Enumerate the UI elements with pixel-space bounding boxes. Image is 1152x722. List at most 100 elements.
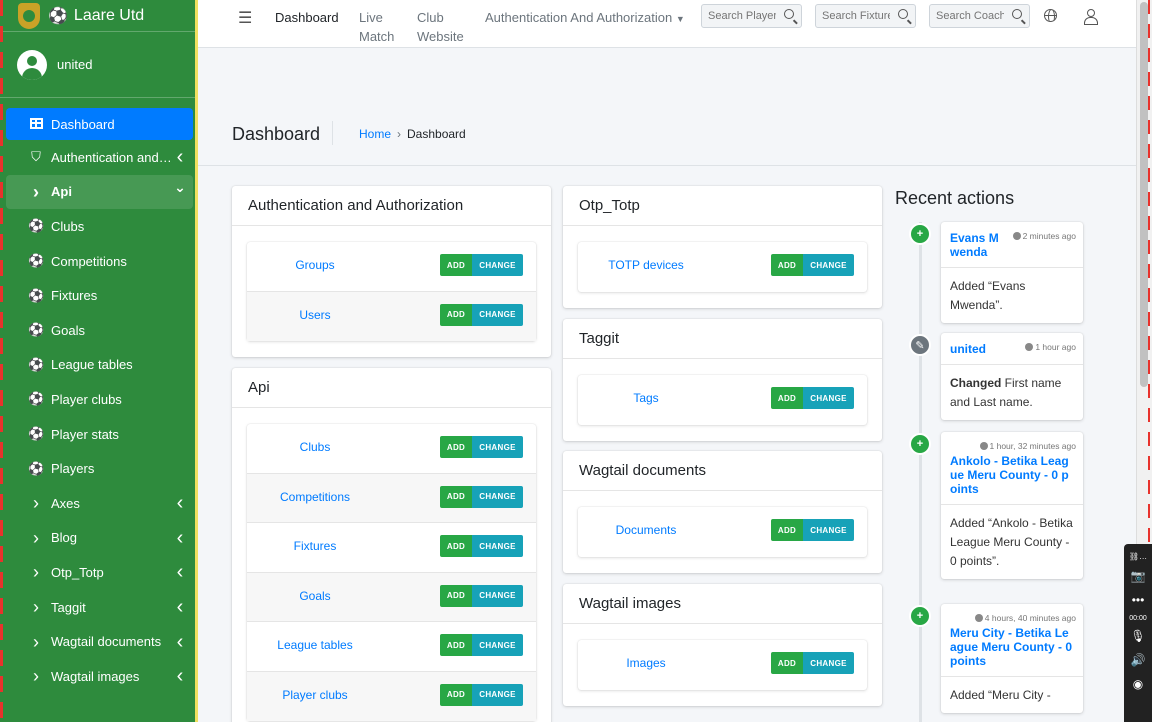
user-panel[interactable]: united [0,32,198,98]
sidebar-item-players[interactable]: ⚽ Players [6,451,193,486]
add-button[interactable]: ADD [440,683,472,706]
hamburger-menu-icon[interactable]: ☰ [238,8,252,28]
add-button[interactable]: ADD [771,519,803,541]
model-link[interactable]: Clubs [247,440,383,454]
action-object-link[interactable]: united [950,342,1008,356]
action-object-link[interactable]: Ankolo - Betika League Meru County - 0 p… [950,454,1075,496]
add-button[interactable]: ADD [440,485,472,508]
microphone-icon[interactable]: 🎙 [1130,624,1145,648]
sidebar-item-player-stats[interactable]: ⚽ Player stats [6,417,193,452]
sidebar-item-blog[interactable]: › Blog ‹ [6,521,193,556]
sidebar-item-competitions[interactable]: ⚽ Competitions [6,244,193,279]
sidebar-item-taggit[interactable]: › Taggit ‹ [6,590,193,625]
chevron-down-icon: ⌄ [174,179,186,196]
content-header: Dashboard Home › Dashboard [198,48,1136,166]
sidebar-item-label: Wagtail images [51,668,140,684]
model-link[interactable]: Player clubs [247,688,383,702]
sidebar-item-wagtail-images[interactable]: › Wagtail images ‹ [6,659,193,694]
search-icon[interactable] [898,9,908,19]
change-button[interactable]: CHANGE [472,584,523,607]
breadcrumb-home[interactable]: Home [359,127,391,141]
sidebar-item-goals[interactable]: ⚽ Goals [6,313,193,348]
change-button[interactable]: CHANGE [803,254,854,276]
sidebar-item-clubs[interactable]: ⚽ Clubs [6,209,193,244]
sidebar-item-league-tables[interactable]: ⚽ League tables [6,348,193,383]
add-button[interactable]: ADD [440,584,472,607]
nav-link-club-website[interactable]: Club Website [417,8,467,46]
add-button[interactable]: ADD [771,387,803,409]
chevron-right-icon: › [33,493,39,514]
action-object-link[interactable]: Meru City - Betika League Meru County - … [950,626,1075,668]
sidebar-item-axes[interactable]: › Axes ‹ [6,486,193,521]
model-link[interactable]: Goals [247,589,383,603]
add-button[interactable]: ADD [440,535,472,557]
model-link[interactable]: Competitions [247,490,383,504]
change-button[interactable]: CHANGE [803,387,854,409]
model-link[interactable]: Tags [578,391,714,405]
add-button[interactable]: ADD [771,652,803,674]
model-link[interactable]: Users [247,308,383,322]
action-text: Added “Ankolo - Betika League Meru Count… [950,516,1073,568]
nav-link-dashboard[interactable]: Dashboard [275,8,339,27]
sidebar-item-otp-totp[interactable]: › Otp_Totp ‹ [6,555,193,590]
search-fixtures-box [815,4,916,28]
model-table: Images ADD CHANGE [578,640,867,690]
sidebar-item-dashboard[interactable]: Dashboard [6,108,193,140]
search-icon[interactable] [784,9,794,19]
sidebar-item-label: Api [51,184,72,200]
sidebar-item-player-clubs[interactable]: ⚽ Player clubs [6,382,193,417]
change-button[interactable]: CHANGE [472,634,523,656]
nav-dropdown-auth[interactable]: Authentication And Authorization ▼ [485,8,685,29]
change-button[interactable]: CHANGE [472,254,523,276]
change-button[interactable]: CHANGE [472,485,523,508]
model-actions: ADD CHANGE [440,535,523,557]
sidebar-item-wagtail-documents[interactable]: › Wagtail documents ‹ [6,624,193,659]
search-coaches-input[interactable] [930,10,1004,22]
more-icon[interactable]: ••• [1132,588,1145,612]
model-link[interactable]: Documents [578,523,714,537]
change-button[interactable]: CHANGE [472,303,523,326]
chevron-right-icon: › [33,562,39,583]
sidebar-item-label: Goals [51,322,85,338]
model-link[interactable]: TOTP devices [578,258,714,272]
sidebar-item-fixtures[interactable]: ⚽ Fixtures [6,278,193,313]
camera-icon[interactable]: 📷 [1131,564,1146,588]
speaker-icon[interactable]: 🔊 [1131,648,1146,672]
change-button[interactable]: CHANGE [472,535,523,557]
add-button[interactable]: ADD [771,254,803,276]
add-button[interactable]: ADD [440,436,472,458]
action-object-link[interactable]: Evans Mwenda [950,231,1008,259]
model-row: Tags ADD CHANGE [578,375,867,425]
timeline-item: Evans Mwenda 2 minutes ago Added “Evans Mw… [941,222,1083,323]
model-link[interactable]: League tables [247,638,383,652]
change-button[interactable]: CHANGE [472,683,523,706]
breadcrumb-separator-icon: › [397,127,402,141]
brand-link[interactable]: ⚽ Laare Utd [0,0,198,32]
change-button[interactable]: CHANGE [803,652,854,674]
sidebar-item-api[interactable]: › Api ⌄ [6,174,193,210]
search-players-input[interactable] [702,10,776,22]
model-link[interactable]: Groups [247,258,383,272]
timeline-line [919,222,922,722]
add-button[interactable]: ADD [440,634,472,656]
action-time: 1 hour ago [1025,342,1076,352]
nav-link-live-match[interactable]: Live Match [359,8,399,46]
globe-icon[interactable] [1044,9,1057,22]
ball-icon: ⚽ [28,287,45,303]
change-button[interactable]: CHANGE [472,436,523,458]
scrollbar-thumb[interactable] [1140,2,1148,387]
webcam-icon[interactable]: ◉ [1133,672,1143,696]
change-button[interactable]: CHANGE [803,519,854,541]
model-link[interactable]: Images [578,656,714,670]
sidebar-item-authentication-and-authorization[interactable]: ⛉ Authentication and Authorization‹ [6,140,193,175]
timeline-header: Ankolo - Betika League Meru County - 0 p… [941,432,1083,505]
link-icon[interactable]: ⛓… [1129,548,1147,564]
add-button[interactable]: ADD [440,303,472,326]
avatar [17,49,47,80]
search-fixtures-input[interactable] [816,10,890,22]
add-button[interactable]: ADD [440,254,472,276]
user-icon[interactable] [1084,9,1098,25]
search-icon[interactable] [1012,9,1022,19]
plus-circle-icon: + [909,605,931,627]
model-link[interactable]: Fixtures [247,539,383,553]
